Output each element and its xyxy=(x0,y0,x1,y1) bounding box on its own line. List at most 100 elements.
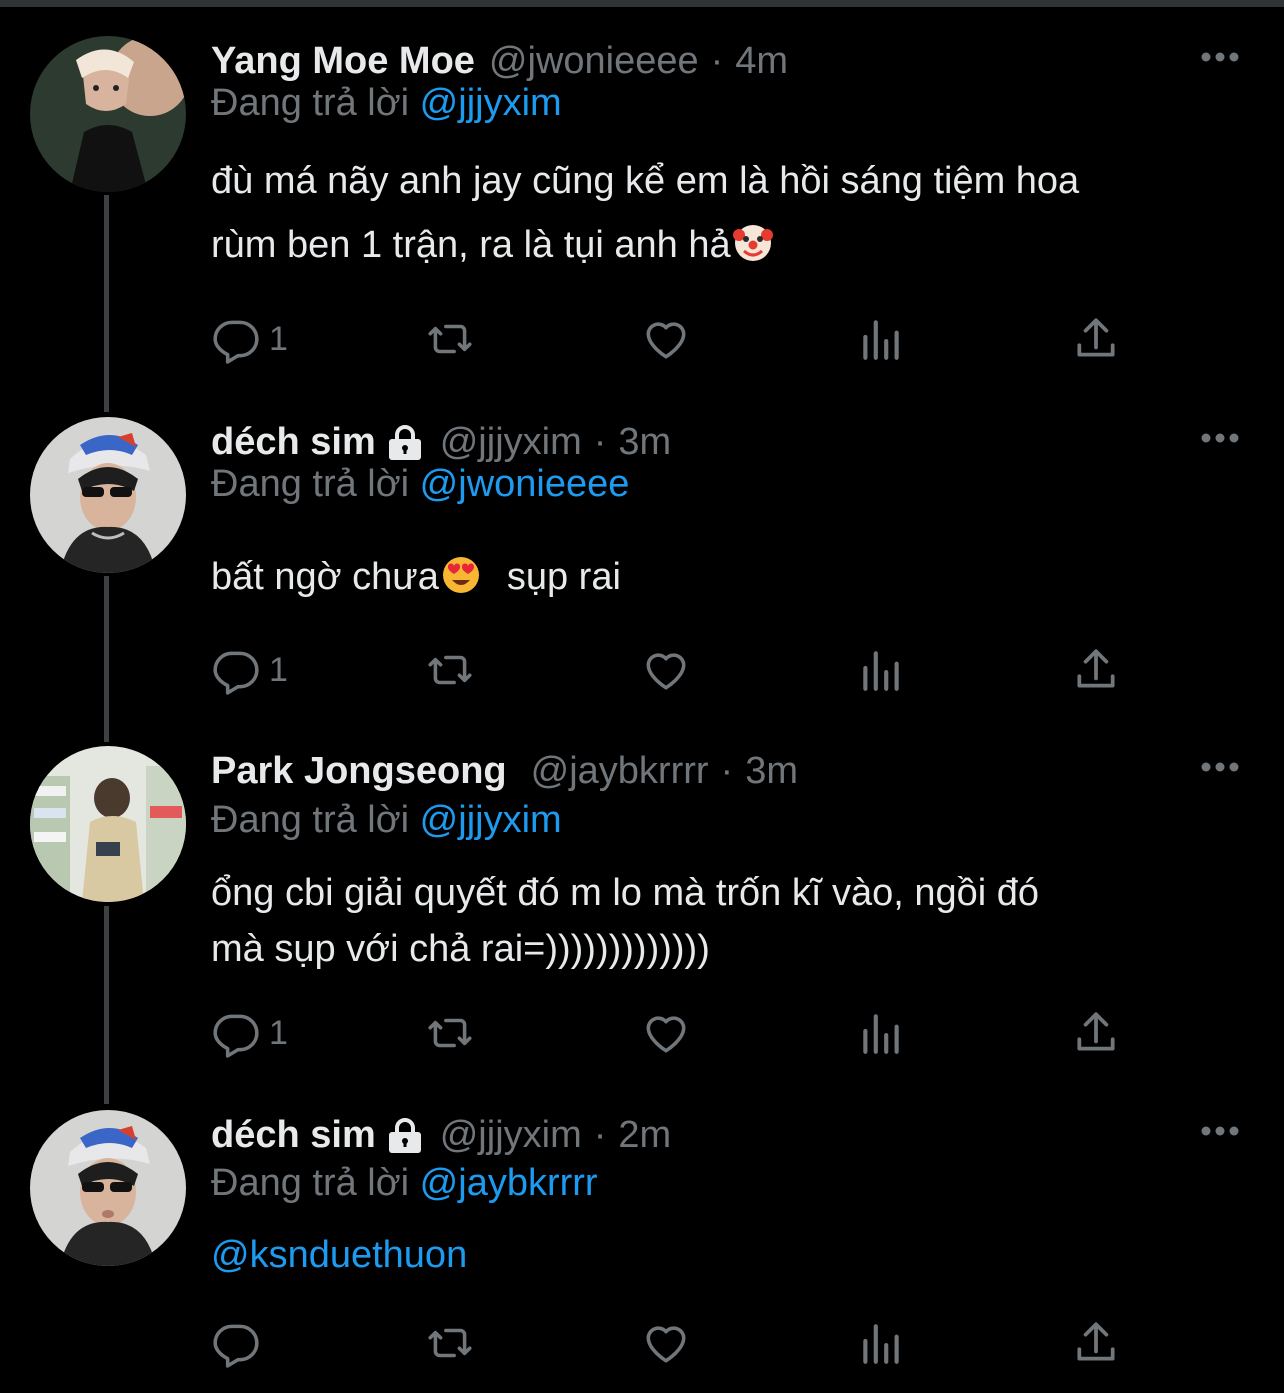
share-icon xyxy=(1077,1012,1115,1051)
views-button[interactable] xyxy=(856,1318,906,1368)
share-icon xyxy=(1077,1322,1115,1361)
retweet-icon xyxy=(428,324,472,354)
replying-to: Đang trả lời @jjjyxim xyxy=(211,799,562,842)
tweet-text: @ksnduethuon xyxy=(211,1223,467,1287)
username[interactable]: @jjjyxim xyxy=(440,1114,582,1157)
display-name[interactable]: Yang Moe Moe xyxy=(211,40,475,83)
thread-line xyxy=(104,195,109,412)
replying-to-link[interactable]: @jjjyxim xyxy=(420,82,562,124)
separator-dot: · xyxy=(593,420,607,463)
heart-eyes-emoji xyxy=(442,557,479,593)
reply-icon xyxy=(213,651,259,695)
views-icon xyxy=(863,320,899,360)
replying-to-label: Đang trả lời xyxy=(211,1162,410,1204)
more-icon[interactable] xyxy=(1200,431,1240,445)
like-button[interactable] xyxy=(641,314,691,364)
replying-to-label: Đang trả lời xyxy=(211,82,410,124)
timestamp[interactable]: 3m xyxy=(745,750,798,793)
tweet-text-line: ổng cbi giải quyết đó m lo mà trốn kĩ và… xyxy=(211,872,1040,914)
tweet-header: déch sim @jjjyxim · 3m xyxy=(211,417,671,467)
retweet-icon xyxy=(428,655,472,685)
tweet-actions: 1 xyxy=(211,645,1131,695)
replying-to-link[interactable]: @jaybkrrrr xyxy=(420,1162,598,1204)
retweet-button[interactable] xyxy=(425,1318,475,1368)
tweet-actions: 1 xyxy=(211,1008,1131,1058)
avatar[interactable] xyxy=(30,746,186,902)
tweet-text: đù má nãy anh jay cũng kể em là hồi sáng… xyxy=(211,149,1079,277)
timestamp[interactable]: 4m xyxy=(735,40,788,83)
like-button[interactable] xyxy=(641,1318,691,1368)
retweet-icon xyxy=(428,1018,472,1048)
like-button[interactable] xyxy=(641,1008,691,1058)
reply-count: 1 xyxy=(269,1013,288,1052)
timestamp[interactable]: 2m xyxy=(618,1114,671,1157)
avatar[interactable] xyxy=(30,1110,186,1266)
replying-to: Đang trả lời @jaybkrrrr xyxy=(211,1162,598,1205)
separator-dot: · xyxy=(593,1113,607,1156)
tweet-text-line: đù má nãy anh jay cũng kể em là hồi sáng… xyxy=(211,160,1080,202)
retweet-button[interactable] xyxy=(425,1008,475,1058)
share-button[interactable] xyxy=(1071,645,1121,695)
reply-icon xyxy=(213,1014,259,1058)
timestamp[interactable]: 3m xyxy=(618,421,671,464)
retweet-icon xyxy=(428,1328,472,1358)
reply-button[interactable]: 1 xyxy=(211,645,288,695)
lock-icon xyxy=(388,425,421,460)
views-icon xyxy=(863,651,899,691)
reply-icon xyxy=(213,320,259,364)
share-icon xyxy=(1077,318,1115,357)
share-icon xyxy=(1077,649,1115,688)
display-name[interactable]: déch sim xyxy=(211,421,376,464)
username[interactable]: @jjjyxim xyxy=(440,421,582,464)
reply-button[interactable]: 1 xyxy=(211,314,288,364)
more-icon[interactable] xyxy=(1200,760,1240,774)
retweet-button[interactable] xyxy=(425,314,475,364)
username[interactable]: @jwonieeee xyxy=(489,40,699,83)
share-button[interactable] xyxy=(1071,1318,1121,1368)
like-button[interactable] xyxy=(641,645,691,695)
retweet-button[interactable] xyxy=(425,645,475,695)
views-button[interactable] xyxy=(856,1008,906,1058)
avatar[interactable] xyxy=(30,36,186,192)
like-icon xyxy=(646,1326,686,1363)
thread-line xyxy=(104,576,109,742)
more-icon[interactable] xyxy=(1200,1124,1240,1138)
reply-count: 1 xyxy=(269,319,288,358)
views-button[interactable] xyxy=(856,645,906,695)
tweet-actions xyxy=(211,1318,1131,1368)
tweet-header: Park Jongseong @jaybkrrrr · 3m xyxy=(211,746,798,796)
reply-count: 1 xyxy=(269,650,288,689)
tweet-text: ổng cbi giải quyết đó m lo mà trốn kĩ và… xyxy=(211,861,1039,981)
thread-line xyxy=(104,906,109,1104)
reply-button[interactable] xyxy=(211,1318,269,1368)
top-divider xyxy=(0,0,1284,7)
views-icon xyxy=(863,1014,899,1054)
mention-link[interactable]: @ksnduethuon xyxy=(211,1234,467,1276)
replying-to-link[interactable]: @jwonieeee xyxy=(420,463,630,505)
tweet-text: bất ngờ chưa sụp rai xyxy=(211,556,621,598)
replying-to-link[interactable]: @jjjyxim xyxy=(420,799,562,841)
like-icon xyxy=(646,322,686,359)
reply-button[interactable]: 1 xyxy=(211,1008,288,1058)
display-name[interactable]: Park Jongseong xyxy=(211,750,507,793)
views-icon xyxy=(863,1324,899,1364)
share-button[interactable] xyxy=(1071,1008,1121,1058)
more-icon[interactable] xyxy=(1200,50,1240,64)
separator-dot: · xyxy=(710,39,724,82)
username[interactable]: @jaybkrrrr xyxy=(531,750,709,793)
tweet-header: Yang Moe Moe @jwonieeee · 4m xyxy=(211,36,788,86)
tweet-actions: 1 xyxy=(211,314,1131,364)
clown-face-emoji xyxy=(732,225,773,261)
display-name[interactable]: déch sim xyxy=(211,1114,376,1157)
views-button[interactable] xyxy=(856,314,906,364)
share-button[interactable] xyxy=(1071,314,1121,364)
avatar[interactable] xyxy=(30,417,186,573)
replying-to-label: Đang trả lời xyxy=(211,799,410,841)
like-icon xyxy=(646,653,686,690)
replying-to-label: Đang trả lời xyxy=(211,463,410,505)
tweet-text-line: rùm ben 1 trận, ra là tụi anh hả xyxy=(211,213,1079,277)
reply-icon xyxy=(213,1324,259,1368)
replying-to: Đang trả lời @jwonieeee xyxy=(211,463,629,506)
like-icon xyxy=(646,1016,686,1053)
tweet-text-line: mà sụp với chả rai=))))))))))))) xyxy=(211,928,710,970)
